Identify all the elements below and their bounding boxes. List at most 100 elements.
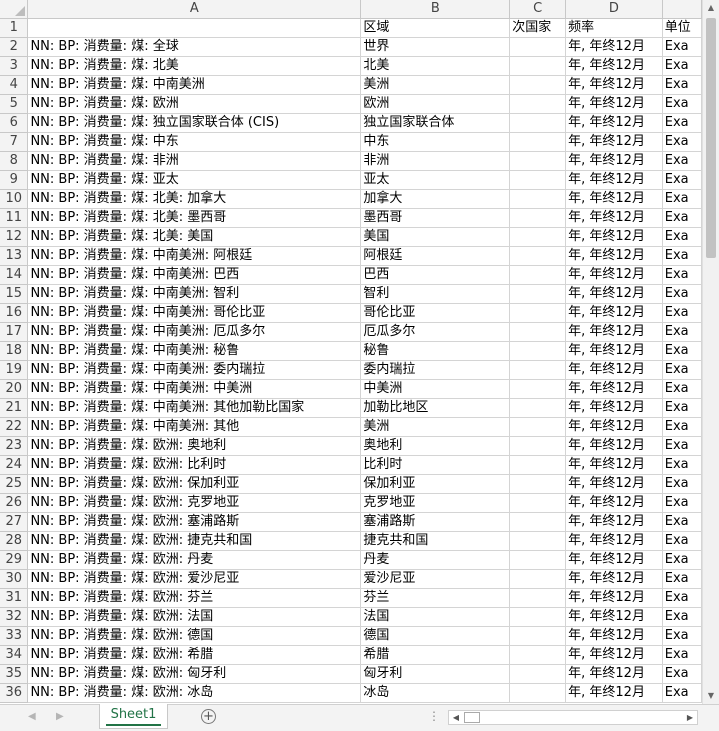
cell[interactable]: Exa: [662, 265, 702, 285]
cell[interactable]: Exa: [662, 398, 702, 418]
cell-table[interactable]: A B C D 1 区域 次国家 频率 单位 2 NN: BP: 消费量: 煤: …: [0, 0, 702, 703]
row-header[interactable]: 10: [0, 189, 29, 209]
cell[interactable]: NN: BP: 消费量: 煤: 中南美洲: 阿根廷: [27, 246, 362, 266]
cell[interactable]: [509, 284, 567, 304]
cell[interactable]: Exa: [662, 151, 702, 171]
cell[interactable]: 芬兰: [360, 588, 511, 608]
cell[interactable]: NN: BP: 消费量: 煤: 中南美洲: 中美洲: [27, 379, 362, 399]
row-header[interactable]: 7: [0, 132, 29, 152]
cell[interactable]: Exa: [662, 531, 702, 551]
row-header[interactable]: 18: [0, 341, 29, 361]
cell[interactable]: 年, 年终12月: [565, 379, 663, 399]
cell[interactable]: 年, 年终12月: [565, 132, 663, 152]
vertical-scrollbar[interactable]: ▲ ▼: [702, 0, 719, 704]
cell[interactable]: 次国家: [509, 18, 567, 38]
cell[interactable]: Exa: [662, 37, 702, 57]
cell[interactable]: Exa: [662, 284, 702, 304]
spreadsheet-grid[interactable]: A B C D 1 区域 次国家 频率 单位 2 NN: BP: 消费量: 煤: …: [0, 0, 702, 704]
cell[interactable]: Exa: [662, 645, 702, 665]
row-header[interactable]: 12: [0, 227, 29, 247]
cell[interactable]: [509, 455, 567, 475]
cell[interactable]: Exa: [662, 341, 702, 361]
cell[interactable]: NN: BP: 消费量: 煤: 欧洲: 塞浦路斯: [27, 512, 362, 532]
cell[interactable]: 年, 年终12月: [565, 607, 663, 627]
row-header[interactable]: 9: [0, 170, 29, 190]
cell[interactable]: [509, 113, 567, 133]
vertical-scroll-thumb[interactable]: [706, 18, 716, 258]
cell[interactable]: 爱沙尼亚: [360, 569, 511, 589]
cell[interactable]: NN: BP: 消费量: 煤: 欧洲: 德国: [27, 626, 362, 646]
cell[interactable]: 秘鲁: [360, 341, 511, 361]
row-header[interactable]: 28: [0, 531, 29, 551]
cell[interactable]: [509, 493, 567, 513]
cell[interactable]: 比利时: [360, 455, 511, 475]
cell[interactable]: Exa: [662, 683, 702, 703]
tab-sheet1[interactable]: Sheet1: [99, 704, 168, 729]
cell[interactable]: Exa: [662, 303, 702, 323]
row-header[interactable]: 24: [0, 455, 29, 475]
row-header[interactable]: 6: [0, 113, 29, 133]
row-header[interactable]: 27: [0, 512, 29, 532]
cell[interactable]: 年, 年终12月: [565, 493, 663, 513]
cell[interactable]: [509, 265, 567, 285]
cell[interactable]: Exa: [662, 379, 702, 399]
cell[interactable]: Exa: [662, 94, 702, 114]
cell[interactable]: NN: BP: 消费量: 煤: 中南美洲: 委内瑞拉: [27, 360, 362, 380]
horizontal-scrollbar[interactable]: ◀ ▶: [448, 710, 698, 725]
column-header-d[interactable]: D: [565, 0, 663, 19]
cell[interactable]: [509, 132, 567, 152]
add-sheet-icon[interactable]: +: [201, 709, 216, 724]
row-header[interactable]: 16: [0, 303, 29, 323]
cell[interactable]: [509, 360, 567, 380]
row-header[interactable]: 21: [0, 398, 29, 418]
cell[interactable]: NN: BP: 消费量: 煤: 欧洲: [27, 94, 362, 114]
cell[interactable]: Exa: [662, 607, 702, 627]
cell[interactable]: [509, 189, 567, 209]
cell[interactable]: NN: BP: 消费量: 煤: 欧洲: 芬兰: [27, 588, 362, 608]
cell[interactable]: Exa: [662, 170, 702, 190]
cell[interactable]: Exa: [662, 626, 702, 646]
cell[interactable]: 年, 年终12月: [565, 208, 663, 228]
next-sheet-icon[interactable]: ▶: [56, 711, 64, 722]
cell[interactable]: [509, 170, 567, 190]
cell[interactable]: Exa: [662, 474, 702, 494]
cell[interactable]: 中东: [360, 132, 511, 152]
cell[interactable]: 年, 年终12月: [565, 56, 663, 76]
row-header[interactable]: 30: [0, 569, 29, 589]
cell[interactable]: NN: BP: 消费量: 煤: 欧洲: 冰岛: [27, 683, 362, 703]
cell[interactable]: [509, 664, 567, 684]
cell[interactable]: Exa: [662, 417, 702, 437]
cell[interactable]: 克罗地亚: [360, 493, 511, 513]
cell[interactable]: NN: BP: 消费量: 煤: 中南美洲: 巴西: [27, 265, 362, 285]
row-header[interactable]: 14: [0, 265, 29, 285]
cell[interactable]: NN: BP: 消费量: 煤: 非洲: [27, 151, 362, 171]
cell[interactable]: NN: BP: 消费量: 煤: 亚太: [27, 170, 362, 190]
cell[interactable]: NN: BP: 消费量: 煤: 全球: [27, 37, 362, 57]
cell[interactable]: 奥地利: [360, 436, 511, 456]
cell[interactable]: NN: BP: 消费量: 煤: 北美: 美国: [27, 227, 362, 247]
cell[interactable]: Exa: [662, 132, 702, 152]
cell[interactable]: 年, 年终12月: [565, 75, 663, 95]
row-header[interactable]: 17: [0, 322, 29, 342]
cell[interactable]: NN: BP: 消费量: 煤: 欧洲: 保加利亚: [27, 474, 362, 494]
cell[interactable]: Exa: [662, 208, 702, 228]
cell[interactable]: [509, 208, 567, 228]
cell[interactable]: NN: BP: 消费量: 煤: 北美: 墨西哥: [27, 208, 362, 228]
cell[interactable]: 加拿大: [360, 189, 511, 209]
cell[interactable]: Exa: [662, 664, 702, 684]
scroll-left-icon[interactable]: ◀: [449, 711, 463, 724]
cell[interactable]: 单位: [662, 18, 702, 38]
cell[interactable]: 年, 年终12月: [565, 303, 663, 323]
row-header[interactable]: 19: [0, 360, 29, 380]
cell[interactable]: [509, 246, 567, 266]
cell[interactable]: [509, 417, 567, 437]
cell[interactable]: 世界: [360, 37, 511, 57]
cell[interactable]: [509, 588, 567, 608]
cell[interactable]: 智利: [360, 284, 511, 304]
cell[interactable]: Exa: [662, 113, 702, 133]
cell[interactable]: 年, 年终12月: [565, 189, 663, 209]
cell[interactable]: 区域: [360, 18, 511, 38]
row-header[interactable]: 26: [0, 493, 29, 513]
cell[interactable]: [509, 607, 567, 627]
cell[interactable]: 巴西: [360, 265, 511, 285]
